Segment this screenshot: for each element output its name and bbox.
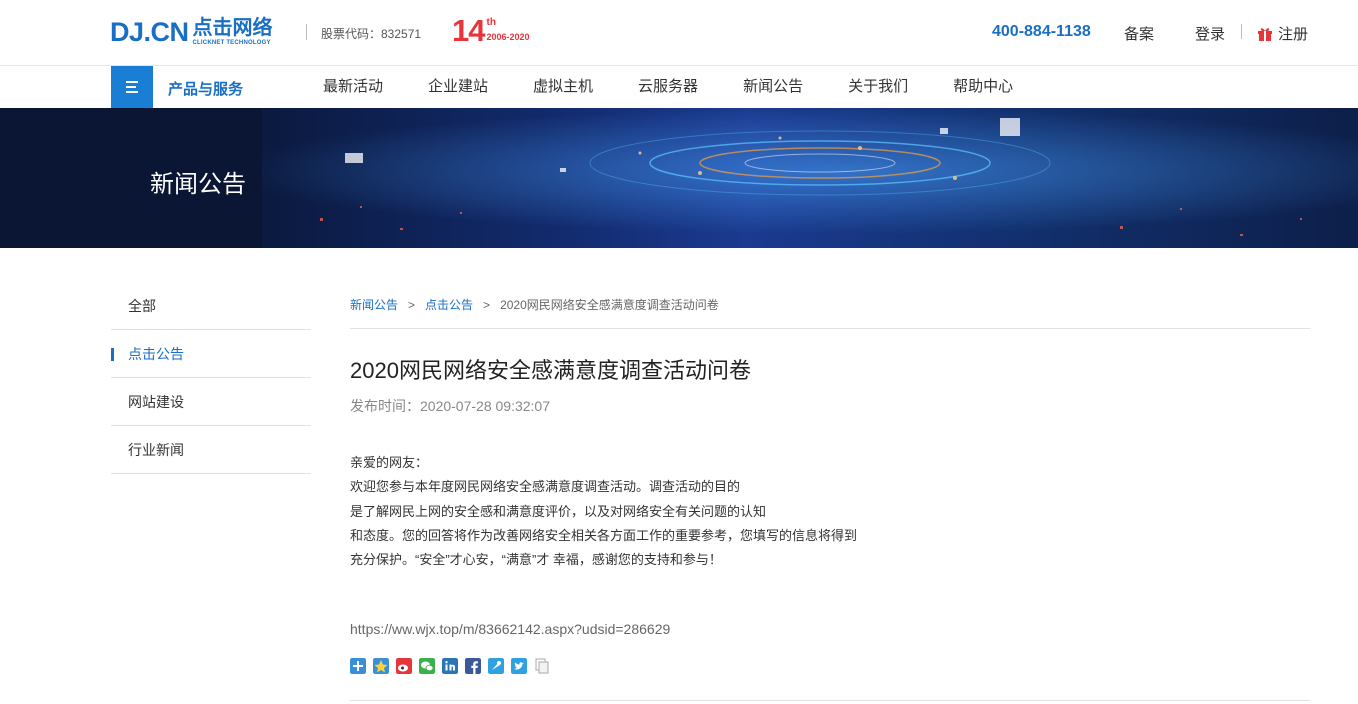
weibo-icon[interactable] (396, 658, 412, 675)
page-banner: 新闻公告 (0, 108, 1358, 248)
breadcrumb-click-notices[interactable]: 点击公告 (425, 298, 473, 312)
article-paragraph: 充分保护。“安全”才心安，“满意”才 幸福，感谢您的支持和参与！ (350, 552, 722, 568)
anniversary-right: th 2006-2020 (486, 17, 529, 43)
register-link[interactable]: 注册 (1257, 23, 1308, 44)
record-link[interactable]: 备案 (1124, 23, 1154, 44)
article-paragraph: 欢迎您参与本年度网民网络安全感满意度调查活动。调查活动的目的 (350, 479, 741, 495)
nav-item-cloud-server[interactable]: 云服务器 (638, 66, 698, 108)
article-content: 新闻公告 > 点击公告 >2020网民网络安全感满意度调查活动问卷 2020网民网络安… (350, 282, 1310, 675)
stock-code: 股票代码：832571 (321, 27, 422, 41)
article-paragraph: 亲爱的网友： (350, 455, 429, 470)
category-sidebar: 全部 点击公告 网站建设 行业新闻 (111, 282, 311, 474)
header-divider (306, 24, 307, 40)
anniversary-badge: 14 th 2006-2020 (452, 14, 530, 48)
nav-item-latest-activities[interactable]: 最新活动 (323, 66, 383, 108)
tencent-weibo-icon[interactable] (488, 658, 504, 675)
nav-items: 最新活动 企业建站 虚拟主机 云服务器 新闻公告 关于我们 帮助中心 (323, 66, 1058, 108)
anniversary-suffix: th (486, 17, 496, 28)
logo-cn-text: 点击网络 (192, 17, 273, 39)
twitter-icon[interactable] (511, 658, 527, 675)
sidebar-item-all[interactable]: 全部 (111, 282, 311, 330)
logo-sub-text: CLICKNET TECHNOLOGY (192, 40, 271, 46)
copy-icon[interactable] (534, 658, 550, 674)
nav-item-virtual-host[interactable]: 虚拟主机 (533, 66, 593, 108)
share-bar (350, 658, 1310, 675)
site-header: DJ.CN 点击网络 CLICKNET TECHNOLOGY 股票代码：8325… (0, 0, 1358, 66)
menu-icon[interactable] (111, 66, 153, 108)
anniversary-years: 2006-2020 (486, 32, 530, 42)
content-bottom-divider (350, 700, 1310, 701)
anniversary-number: 14 (452, 13, 485, 48)
sidebar-item-industry-news[interactable]: 行业新闻 (111, 426, 311, 474)
linkedin-icon[interactable] (442, 658, 458, 675)
article-body: 亲爱的网友： 欢迎您参与本年度网民网络安全感满意度调查活动。调查活动的目的 是了… (350, 451, 1310, 572)
login-divider (1241, 24, 1242, 39)
share-more-icon[interactable] (350, 658, 366, 675)
publish-time: 发布时间：2020-07-28 09:32:07 (350, 398, 550, 414)
site-logo[interactable]: DJ.CN 点击网络 CLICKNET TECHNOLOGY (110, 18, 273, 47)
logo-main-text: DJ.CN (110, 17, 189, 47)
nav-item-about[interactable]: 关于我们 (848, 66, 908, 108)
login-link[interactable]: 登录 (1195, 23, 1225, 44)
wechat-icon[interactable] (419, 658, 435, 675)
article-paragraph: 是了解网民上网的安全感和满意度评价，以及对网络安全有关问题的认知 (350, 503, 767, 519)
breadcrumb-news[interactable]: 新闻公告 (350, 298, 398, 312)
survey-link[interactable]: https://ww.wjx.top/m/83662142.aspx?udsid… (350, 620, 1310, 638)
nav-item-news[interactable]: 新闻公告 (743, 66, 803, 108)
breadcrumb: 新闻公告 > 点击公告 >2020网民网络安全感满意度调查活动问卷 (350, 282, 1310, 329)
nav-products-services[interactable]: 产品与服务 (168, 78, 243, 99)
qzone-icon[interactable] (373, 658, 389, 675)
breadcrumb-separator: > (408, 298, 416, 312)
breadcrumb-current: 2020网民网络安全感满意度调查活动问卷 (500, 298, 719, 312)
breadcrumb-separator: > (483, 298, 491, 312)
sidebar-item-website-building[interactable]: 网站建设 (111, 378, 311, 426)
nav-item-site-building[interactable]: 企业建站 (428, 66, 488, 108)
sidebar-item-click-notices[interactable]: 点击公告 (111, 330, 311, 378)
logo-cn-block: 点击网络 CLICKNET TECHNOLOGY (193, 18, 273, 47)
article-title: 2020网民网络安全感满意度调查活动问卷 (350, 358, 751, 383)
gift-icon (1258, 28, 1272, 41)
facebook-icon[interactable] (465, 658, 481, 675)
main-nav: 产品与服务 最新活动 企业建站 虚拟主机 云服务器 新闻公告 关于我们 帮助中心 (0, 66, 1358, 108)
banner-title: 新闻公告 (150, 171, 246, 198)
register-label: 注册 (1278, 26, 1309, 43)
nav-item-help[interactable]: 帮助中心 (953, 66, 1013, 108)
article-paragraph: 和态度。您的回答将作为改善网络安全相关各方面工作的重要参考，您填写的信息将得到 (350, 527, 858, 543)
hotline-phone[interactable]: 400-884-1138 (992, 23, 1091, 41)
